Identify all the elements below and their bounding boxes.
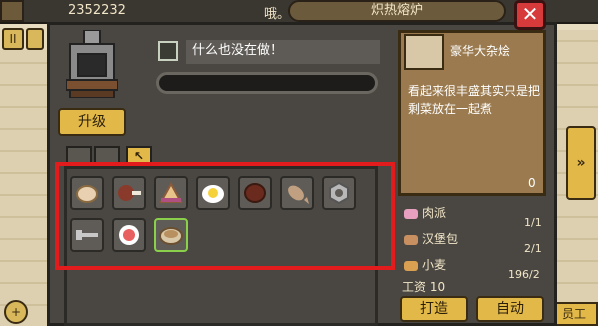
window-title: 炽热熔炉 bbox=[288, 0, 506, 22]
craft-progress-bar bbox=[156, 72, 378, 94]
recipe-description: 看起来很丰盛其实只是把剩菜放在一起煮 bbox=[408, 84, 541, 116]
auto-checkbox[interactable] bbox=[158, 41, 178, 61]
furnace-status: 什么也没在做！ bbox=[186, 40, 380, 64]
selection-highlight bbox=[55, 162, 395, 270]
recipe-count: 0 bbox=[528, 176, 536, 190]
building-icon[interactable] bbox=[0, 0, 24, 22]
make-button[interactable]: 打造 bbox=[400, 296, 468, 322]
expand-arrow-button[interactable]: » bbox=[566, 126, 596, 200]
ingredient-amount: 2/1 bbox=[524, 242, 542, 255]
furnace-icon bbox=[66, 30, 118, 98]
hint-text: 哦。 bbox=[264, 7, 291, 22]
move-button[interactable]: + bbox=[4, 300, 28, 324]
burger-icon bbox=[404, 234, 418, 245]
ingredient-amount: 196/2 bbox=[508, 268, 540, 281]
ingredient-row: 小麦 bbox=[404, 256, 446, 273]
staff-button[interactable]: 员工 bbox=[550, 302, 598, 326]
wage-line: 工资 10 bbox=[402, 280, 446, 294]
money-counter: 2352232 bbox=[68, 3, 126, 18]
upgrade-button[interactable]: 升级 bbox=[58, 108, 126, 136]
ingredient-row: 肉派 bbox=[404, 204, 446, 221]
auto-button[interactable]: 自动 bbox=[476, 296, 544, 322]
ingredient-row: 汉堡包 bbox=[404, 230, 458, 247]
meat-pie-icon bbox=[404, 208, 418, 219]
wheat-icon bbox=[404, 260, 418, 271]
side-button[interactable] bbox=[26, 28, 44, 50]
close-button[interactable]: ✕ bbox=[514, 0, 546, 30]
ingredient-amount: 1/1 bbox=[524, 216, 542, 229]
recipe-dish-icon bbox=[404, 34, 444, 70]
recipe-name: 豪华大杂烩 bbox=[450, 44, 511, 58]
pause-button[interactable]: II bbox=[2, 28, 24, 50]
